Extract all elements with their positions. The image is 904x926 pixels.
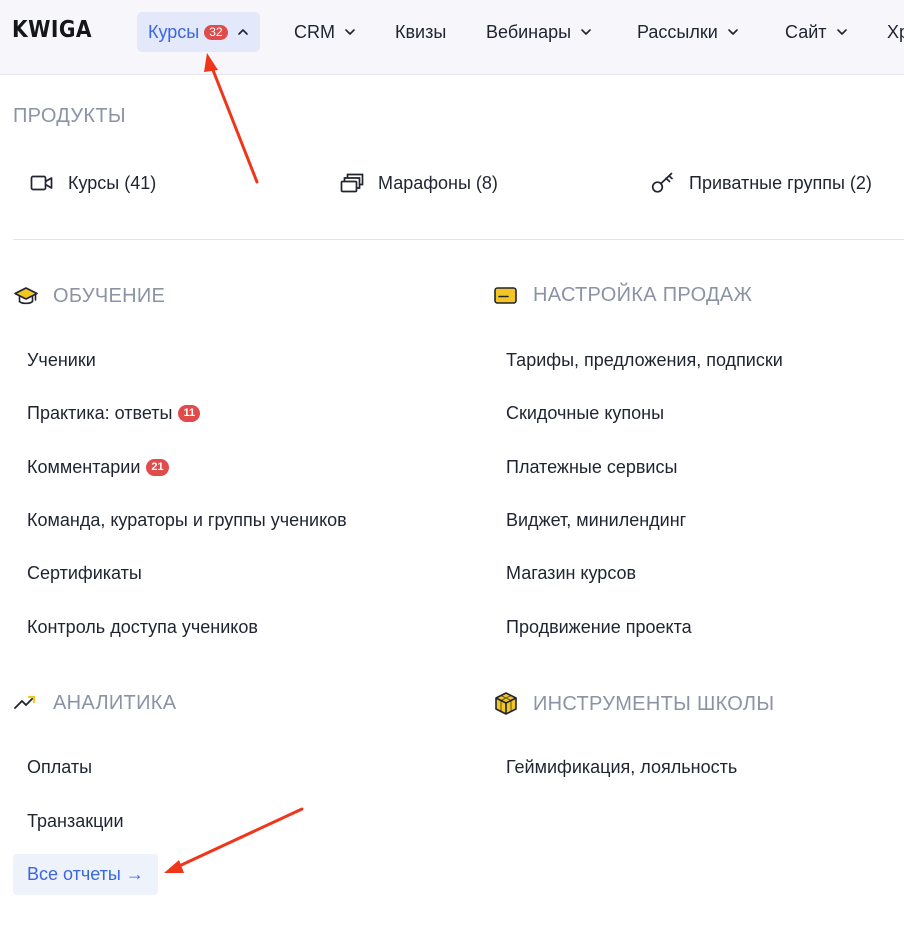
all-reports-button[interactable]: Все отчеты → — [13, 854, 158, 895]
product-marathons[interactable]: Марафоны (8) — [340, 168, 498, 198]
video-camera-icon — [30, 175, 53, 191]
nav-courses-badge: 32 — [204, 24, 228, 40]
chevron-down-icon — [581, 29, 591, 35]
nav-more-label: Хр — [887, 21, 904, 42]
analytics-link-label: Транзакции — [27, 810, 124, 831]
nav-mailings[interactable]: Рассылки — [637, 12, 739, 52]
nav-crm-label: CRM — [294, 21, 335, 42]
learning-link-label: Комментарии — [27, 456, 141, 477]
analytics-link-label: Оплаты — [27, 756, 93, 777]
sales-link-label: Продвижение проекта — [506, 616, 692, 637]
learning-title: ОБУЧЕНИЕ — [53, 284, 166, 307]
top-navigation: KWIGA Курсы 32 CRM Квизы Вебинары Рассыл… — [0, 0, 904, 75]
products-title: ПРОДУКТЫ — [13, 105, 126, 127]
credit-card-icon — [494, 286, 517, 304]
nav-quizzes-label: Квизы — [395, 21, 447, 42]
sales-title: НАСТРОЙКА ПРОДАЖ — [533, 284, 753, 306]
product-private-groups[interactable]: Приватные группы (2) — [651, 168, 872, 198]
nav-webinars-label: Вебинары — [486, 21, 572, 42]
nav-courses[interactable]: Курсы 32 — [137, 12, 260, 52]
learning-link-label: Команда, кураторы и группы учеников — [27, 509, 347, 530]
learning-link-label: Ученики — [27, 349, 96, 370]
layers-icon — [340, 173, 364, 193]
sales-link-label: Магазин курсов — [506, 562, 637, 583]
section-divider — [13, 239, 904, 240]
learning-link-access-control[interactable]: Контроль доступа учеников — [27, 614, 258, 640]
kwiga-logo[interactable]: KWIGA — [12, 17, 92, 43]
sales-link-label: Платежные сервисы — [506, 456, 678, 477]
cube-icon — [495, 692, 517, 715]
sales-link-widget[interactable]: Виджет, минилендинг — [506, 507, 686, 533]
graduation-cap-icon — [14, 287, 38, 305]
tools-title: ИНСТРУМЕНТЫ ШКОЛЫ — [533, 692, 775, 715]
analytics-header: АНАЛИТИКА — [13, 691, 176, 715]
trending-up-icon — [14, 695, 36, 709]
learning-link-label: Контроль доступа учеников — [27, 616, 258, 637]
sales-link-promotion[interactable]: Продвижение проекта — [506, 614, 692, 640]
tools-link-gamification[interactable]: Геймификация, лояльность — [506, 754, 737, 780]
nav-mailings-label: Рассылки — [637, 21, 718, 42]
sales-link-label: Виджет, минилендинг — [506, 509, 687, 530]
sales-link-tariffs[interactable]: Тарифы, предложения, подписки — [506, 347, 783, 373]
nav-site-label: Сайт — [785, 21, 827, 42]
sales-link-coupons[interactable]: Скидочные купоны — [506, 400, 664, 426]
sales-link-course-store[interactable]: Магазин курсов — [506, 560, 636, 586]
learning-link-certificates[interactable]: Сертификаты — [27, 560, 142, 586]
learning-link-label: Практика: ответы — [27, 402, 173, 423]
tools-header: ИНСТРУМЕНТЫ ШКОЛЫ — [493, 691, 774, 717]
learning-link-practice-answers[interactable]: Практика: ответы 11 — [27, 400, 201, 426]
chevron-down-icon — [836, 29, 847, 35]
learning-link-label: Сертификаты — [27, 562, 142, 583]
annotation-arrow-all-reports — [164, 807, 304, 873]
product-courses[interactable]: Курсы (41) — [30, 168, 156, 198]
learning-link-team[interactable]: Команда, кураторы и группы учеников — [27, 507, 347, 533]
chevron-down-icon — [345, 29, 355, 35]
learning-header: ОБУЧЕНИЕ — [13, 284, 165, 308]
chevron-up-icon — [237, 29, 248, 35]
count-badge: 21 — [146, 458, 169, 476]
analytics-link-transactions[interactable]: Транзакции — [27, 808, 124, 834]
analytics-link-payments[interactable]: Оплаты — [27, 754, 92, 780]
sales-link-label: Тарифы, предложения, подписки — [506, 349, 783, 370]
nav-courses-label: Курсы — [148, 21, 200, 42]
learning-link-students[interactable]: Ученики — [27, 347, 96, 373]
nav-site[interactable]: Сайт — [785, 12, 848, 52]
product-private-groups-label: Приватные группы (2) — [689, 172, 872, 193]
nav-webinars[interactable]: Вебинары — [486, 12, 592, 52]
sales-link-label: Скидочные купоны — [506, 402, 665, 423]
product-marathons-label: Марафоны (8) — [378, 172, 498, 193]
analytics-title: АНАЛИТИКА — [53, 691, 177, 714]
count-badge: 11 — [178, 404, 201, 422]
sales-header: НАСТРОЙКА ПРОДАЖ — [493, 284, 752, 307]
learning-link-comments[interactable]: Комментарии 21 — [27, 454, 169, 480]
nav-more[interactable]: Хр — [887, 12, 904, 52]
sales-link-payment-services[interactable]: Платежные сервисы — [506, 454, 677, 480]
key-icon — [651, 172, 673, 193]
tools-link-label: Геймификация, лояльность — [506, 756, 738, 777]
nav-quizzes[interactable]: Квизы — [395, 12, 446, 52]
nav-crm[interactable]: CRM — [294, 12, 356, 52]
product-courses-label: Курсы (41) — [68, 172, 157, 193]
chevron-down-icon — [727, 29, 738, 35]
